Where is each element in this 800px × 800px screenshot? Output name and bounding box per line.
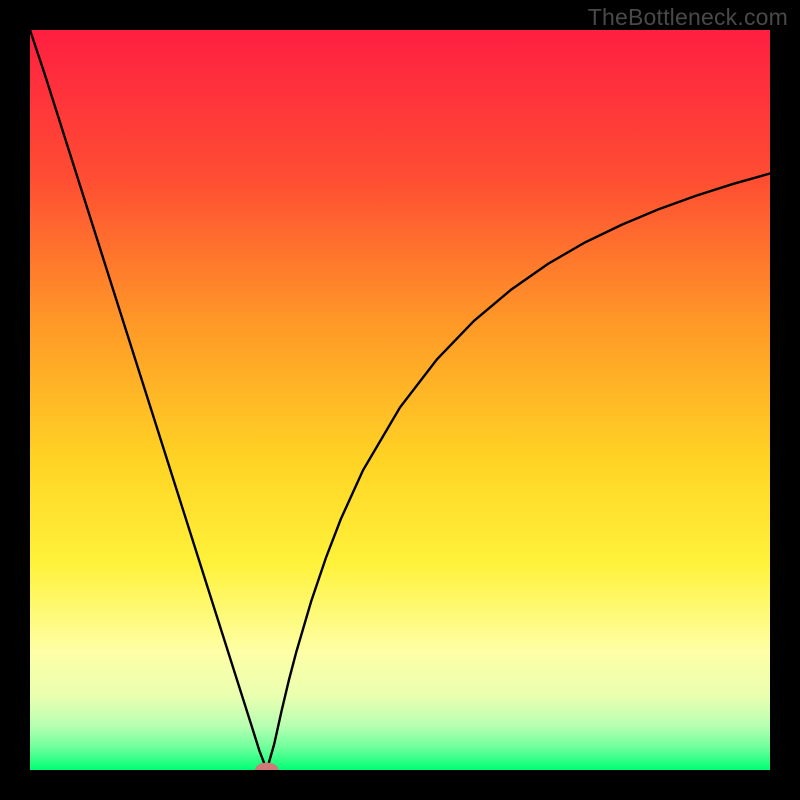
bottleneck-chart: [30, 30, 770, 770]
chart-frame: TheBottleneck.com: [0, 0, 800, 800]
chart-svg: [30, 30, 770, 770]
watermark-label: TheBottleneck.com: [588, 4, 788, 31]
gradient-background: [30, 30, 770, 770]
